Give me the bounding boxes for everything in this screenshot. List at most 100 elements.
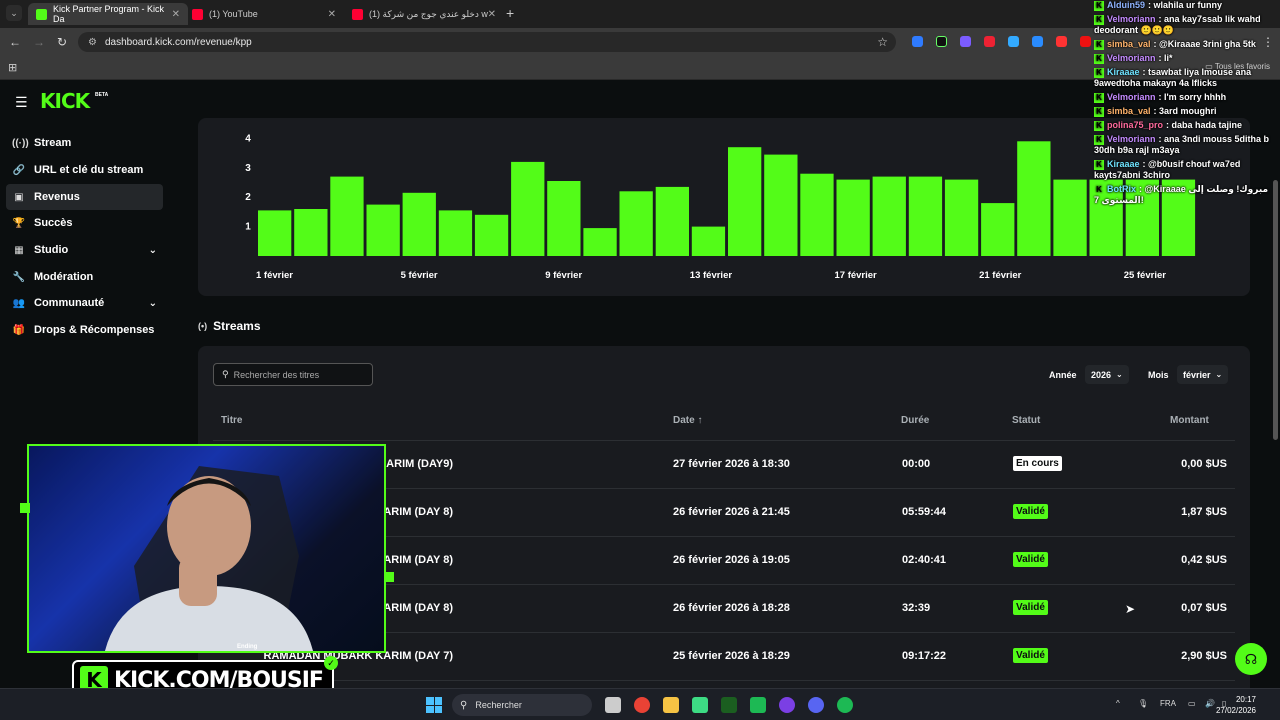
chat-username: polina75_pro	[1107, 120, 1164, 130]
extension-icon[interactable]	[984, 36, 995, 47]
sidebar-item-revenus[interactable]: ▣ Revenus	[6, 184, 163, 210]
chat-username: Kiraaae	[1107, 67, 1140, 77]
extension-icon[interactable]	[1080, 36, 1091, 47]
chat-message: Ksimba_val: @Kiraaae 3rini gha 5tk	[1094, 39, 1280, 50]
tab-search-icon[interactable]: ⌄	[6, 5, 22, 21]
chart-bar[interactable]	[944, 179, 979, 256]
chrome-icon[interactable]	[634, 697, 650, 713]
x-tick-label: 25 février	[1124, 270, 1167, 281]
close-tab-icon[interactable]: ✕	[488, 9, 496, 20]
support-chat-button[interactable]: ☊	[1235, 643, 1267, 675]
apps-grid-icon[interactable]: ⊞	[8, 61, 17, 74]
sidebar-item-url-et-cle-du-stream[interactable]: 🔗 URL et clé du stream	[6, 157, 163, 183]
app-icon[interactable]	[750, 697, 766, 713]
tab-youtube[interactable]: (1) YouTube ✕	[184, 3, 344, 25]
close-tab-icon[interactable]: ✕	[328, 9, 336, 20]
stream-duration: 05:59:44	[902, 506, 947, 518]
extension-icon[interactable]	[1008, 36, 1019, 47]
sidebar-item-succes[interactable]: 🏆 Succès	[6, 210, 163, 236]
wrench-icon: 🔧	[12, 271, 26, 283]
chart-bar[interactable]	[474, 214, 509, 256]
extension-icon[interactable]	[960, 36, 971, 47]
chat-username: Velmoriann	[1107, 134, 1156, 144]
chart-bar[interactable]	[764, 154, 798, 256]
sidebar-item-stream[interactable]: ((·)) Stream	[6, 130, 163, 156]
windows-start-icon[interactable]	[426, 697, 442, 713]
stream-date: 26 février 2026 à 21:45	[673, 506, 790, 518]
chart-bar[interactable]	[511, 161, 545, 256]
tab-kick-dashboard[interactable]: Kick Partner Program - Kick Da ✕	[28, 3, 188, 25]
forward-arrow-icon[interactable]: →	[33, 35, 45, 49]
column-title[interactable]: Titre	[221, 415, 243, 426]
file-explorer-icon[interactable]	[663, 697, 679, 713]
sidebar-item-studio[interactable]: ▦ Studio ⌄	[6, 237, 163, 263]
chart-bar[interactable]	[1053, 179, 1087, 256]
chart-bar[interactable]	[836, 179, 870, 256]
discord-icon[interactable]	[808, 697, 824, 713]
tray-chevron-up-icon[interactable]: ^	[1116, 699, 1120, 708]
network-icon[interactable]: ▭	[1188, 699, 1196, 708]
input-language[interactable]: FRA	[1160, 699, 1176, 708]
chart-bar[interactable]	[872, 176, 906, 256]
volume-icon[interactable]: 🔊	[1205, 699, 1215, 708]
chart-bar[interactable]	[366, 204, 400, 256]
sidebar-item-moderation[interactable]: 🔧 Modération	[6, 264, 163, 290]
chart-bar[interactable]	[547, 181, 581, 256]
chart-bar[interactable]	[294, 209, 328, 256]
column-duration[interactable]: Durée	[901, 415, 929, 426]
spotify-icon[interactable]	[837, 697, 853, 713]
task-view-icon[interactable]	[605, 697, 621, 713]
stream-amount: 2,90 $US	[1181, 650, 1227, 662]
column-date[interactable]: Date ↑	[673, 415, 702, 426]
kick-logo[interactable]: KICK	[40, 89, 90, 113]
revenue-bar-chart: 1 2 3 4 1 février 5 février 9 février 13 févrie…	[245, 133, 1196, 281]
chart-bar[interactable]	[258, 210, 292, 256]
stream-amount: 0,00 $US	[1181, 458, 1227, 470]
taskbar-search[interactable]: ⚲ Rechercher	[452, 694, 592, 716]
title-search[interactable]: ⚲	[213, 363, 373, 386]
reload-icon[interactable]: ↻	[57, 35, 67, 49]
app-icon[interactable]	[779, 697, 795, 713]
extension-icon[interactable]	[1056, 36, 1067, 47]
chart-bar[interactable]	[583, 228, 617, 256]
chart-bar[interactable]	[800, 173, 834, 256]
x-tick-label: 1 février	[256, 270, 293, 281]
system-clock[interactable]: 20:17 27/02/2026	[1216, 694, 1256, 716]
chart-bar[interactable]	[981, 203, 1015, 256]
chart-bar[interactable]	[1017, 141, 1051, 256]
chart-bar[interactable]	[619, 191, 653, 256]
sidebar-item-drops-recompenses[interactable]: 🎁 Drops & Récompenses	[6, 317, 163, 343]
chart-bar[interactable]	[908, 176, 943, 256]
back-arrow-icon[interactable]: ←	[9, 35, 21, 49]
sidebar-item-communaute[interactable]: 👥 Communauté ⌄	[6, 290, 163, 316]
chart-bar[interactable]	[691, 226, 726, 256]
chart-bar[interactable]	[728, 147, 762, 256]
chart-bar[interactable]	[438, 210, 473, 256]
year-select[interactable]: 2026 ⌄	[1085, 365, 1129, 384]
app-icon[interactable]	[692, 697, 708, 713]
column-status[interactable]: Statut	[1012, 415, 1040, 426]
new-tab-icon[interactable]: +	[506, 5, 514, 21]
bookmark-star-icon[interactable]: ☆	[877, 35, 888, 49]
chat-message: Ksimba_val: 3ard moughri	[1094, 106, 1280, 117]
site-info-icon[interactable]: ⚙	[88, 37, 97, 48]
microphone-icon[interactable]: 🎙	[1138, 699, 1148, 708]
chart-bar[interactable]	[402, 192, 436, 256]
stream-duration: 09:17:22	[902, 650, 947, 662]
taskbar-search-label: Rechercher	[475, 700, 522, 710]
column-amount[interactable]: Montant	[1170, 415, 1209, 426]
hamburger-menu-icon[interactable]: ☰	[15, 94, 28, 111]
month-select[interactable]: février ⌄	[1177, 365, 1229, 384]
tab-youtube-video[interactable]: (1) دخلو عندي جوج من شركة wi ✕	[344, 3, 504, 25]
status-badge: En cours	[1013, 456, 1062, 471]
extension-icon[interactable]	[1032, 36, 1043, 47]
kick-app-icon[interactable]	[721, 697, 737, 713]
url-bar[interactable]: ⚙ dashboard.kick.com/revenue/kpp ☆	[78, 32, 896, 52]
chart-bar[interactable]	[330, 176, 364, 256]
extension-icon[interactable]	[912, 36, 923, 47]
chart-bar[interactable]	[655, 186, 689, 256]
extension-icon[interactable]	[936, 36, 947, 47]
title-search-input[interactable]	[233, 369, 364, 380]
tab-title: Kick Partner Program - Kick Da	[53, 4, 165, 24]
close-tab-icon[interactable]: ✕	[172, 9, 180, 20]
